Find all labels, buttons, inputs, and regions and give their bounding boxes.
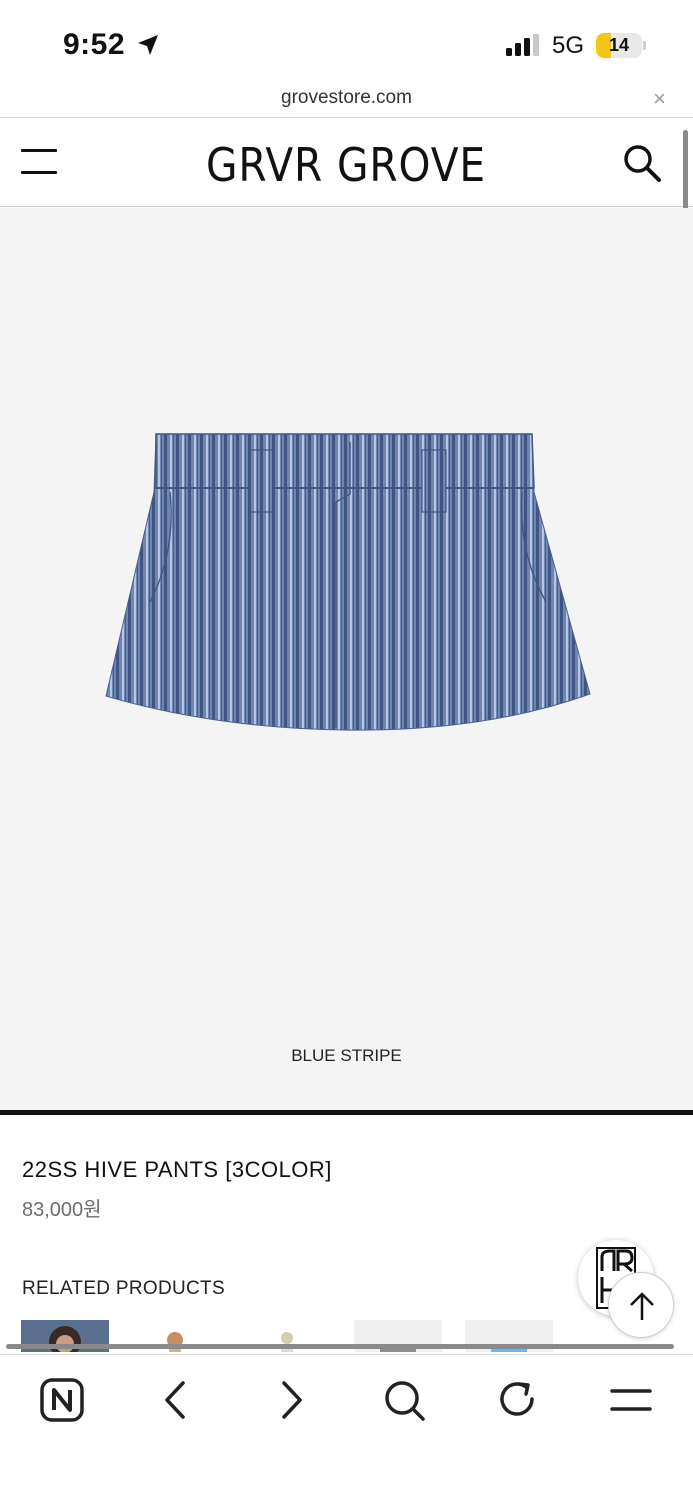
close-icon[interactable]: × bbox=[653, 86, 666, 112]
status-bar: 9:52 5G 14 bbox=[0, 0, 693, 84]
location-arrow-icon bbox=[138, 35, 158, 55]
battery-tip bbox=[643, 41, 646, 50]
menu-icon[interactable] bbox=[608, 1377, 654, 1423]
site-header: GRVR GROVE bbox=[0, 119, 693, 207]
naver-home-icon[interactable] bbox=[39, 1377, 85, 1423]
address-bar[interactable]: grovestore.com × bbox=[0, 84, 693, 118]
refresh-icon[interactable] bbox=[495, 1377, 541, 1423]
battery-level: 14 bbox=[608, 35, 630, 55]
image-pager-indicator bbox=[0, 1110, 693, 1115]
forward-arrow-icon[interactable] bbox=[268, 1377, 314, 1423]
site-logo[interactable]: GRVR GROVE bbox=[206, 141, 488, 187]
url-text[interactable]: grovestore.com bbox=[0, 87, 693, 109]
product-image bbox=[105, 433, 591, 731]
related-products-heading: RELATED PRODUCTS bbox=[22, 1278, 225, 1299]
search-icon[interactable] bbox=[381, 1377, 427, 1423]
hamburger-menu-icon[interactable] bbox=[21, 149, 57, 175]
search-icon[interactable] bbox=[622, 143, 662, 183]
product-title: 22SS HIVE PANTS [3COLOR] bbox=[22, 1157, 332, 1182]
signal-bars-icon bbox=[506, 34, 539, 56]
svg-text:GRVR GROVE: GRVR GROVE bbox=[206, 141, 486, 187]
back-arrow-icon[interactable] bbox=[153, 1377, 199, 1423]
status-time: 9:52 bbox=[63, 28, 126, 61]
image-caption: BLUE STRIPE bbox=[291, 1046, 402, 1065]
horizontal-scrollbar[interactable] bbox=[6, 1344, 674, 1349]
scroll-to-top-button[interactable] bbox=[608, 1272, 674, 1338]
network-type: 5G bbox=[552, 32, 585, 59]
product-image-area[interactable]: BLUE STRIPE bbox=[0, 208, 693, 1110]
battery-icon: 14 bbox=[596, 33, 642, 58]
browser-toolbar bbox=[0, 1354, 693, 1500]
product-price: 83,000원 bbox=[22, 1199, 102, 1221]
arrow-up-icon bbox=[630, 1292, 654, 1320]
